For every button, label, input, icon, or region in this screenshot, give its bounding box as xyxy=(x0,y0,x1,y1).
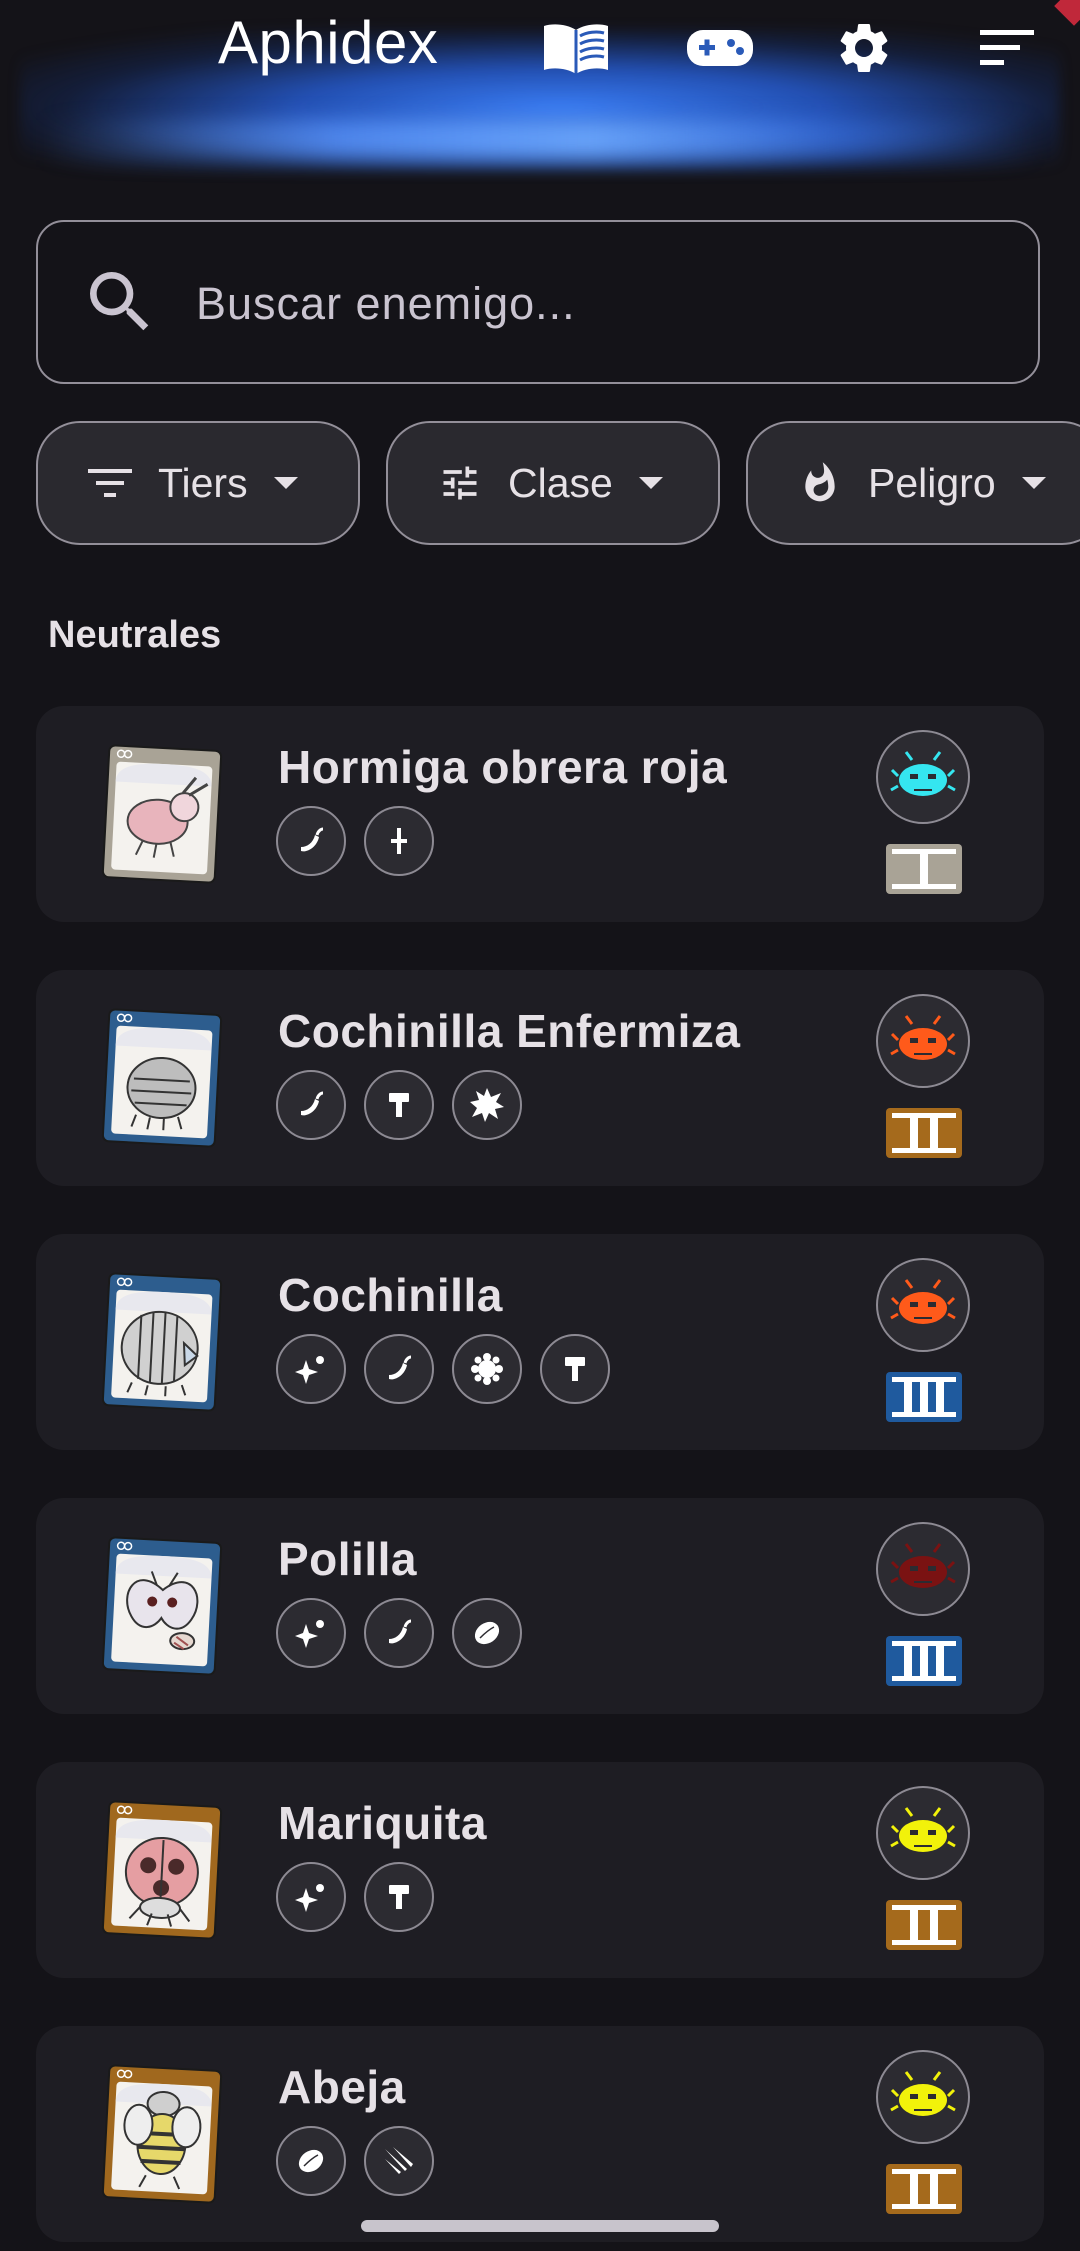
gamepad-icon[interactable] xyxy=(684,16,756,80)
danger-bug-icon xyxy=(876,1258,970,1352)
tier-badge xyxy=(886,844,962,894)
lemon-icon xyxy=(452,1598,522,1668)
tier-badge xyxy=(886,1636,962,1686)
sparkle-icon xyxy=(276,1598,346,1668)
pepper-icon xyxy=(276,806,346,876)
search-box[interactable] xyxy=(36,220,1040,384)
danger-bug-icon xyxy=(876,1786,970,1880)
pepper-icon xyxy=(364,1598,434,1668)
enemy-card[interactable]: Polilla xyxy=(36,1498,1044,1714)
sort-icon[interactable] xyxy=(972,16,1044,80)
hammer-icon xyxy=(540,1334,610,1404)
header-glow-line xyxy=(40,120,1040,160)
tier-badge xyxy=(886,1900,962,1950)
enemy-card-image xyxy=(94,1008,230,1148)
burst-icon xyxy=(452,1070,522,1140)
enemy-card-image xyxy=(94,744,230,884)
enemy-card-image xyxy=(94,2064,230,2204)
enemy-card[interactable]: Mariquita xyxy=(36,1762,1044,1978)
app-screen: Aphidex Buscar enemigo... Tiers Clase Pe… xyxy=(0,0,1080,2251)
dropdown-arrow-icon xyxy=(638,477,663,489)
dropdown-arrow-icon xyxy=(273,477,298,489)
danger-bug-icon xyxy=(876,994,970,1088)
splat-icon xyxy=(452,1334,522,1404)
enemy-name: Hormiga obrera roja xyxy=(278,741,728,793)
sparkle-icon xyxy=(276,1334,346,1404)
filter-chip-clase[interactable]: Clase xyxy=(386,421,720,545)
enemy-card[interactable]: Cochinilla xyxy=(36,1234,1044,1450)
app-title: Aphidex xyxy=(218,9,439,76)
tune-icon xyxy=(434,457,486,509)
sparkle-icon xyxy=(276,1862,346,1932)
filter-chip-label: Tiers xyxy=(158,459,248,506)
pepper-icon xyxy=(364,1334,434,1404)
filter-list-icon xyxy=(84,457,136,509)
dropdown-arrow-icon xyxy=(1021,477,1046,489)
enemy-tags xyxy=(276,2126,434,2196)
tier-badge xyxy=(886,2164,962,2214)
enemy-card-image xyxy=(94,1800,230,1940)
claw-icon xyxy=(364,2126,434,2196)
corner-accent xyxy=(1054,0,1080,26)
tier-badge xyxy=(886,1372,962,1422)
filter-chip-label: Peligro xyxy=(868,459,996,506)
enemy-card[interactable]: Abeja xyxy=(36,2026,1044,2242)
enemy-tags xyxy=(276,1334,610,1404)
filter-chip-label: Clase xyxy=(508,459,613,506)
enemy-card-image xyxy=(94,1272,230,1412)
enemy-name: Polilla xyxy=(278,1533,417,1585)
danger-bug-icon xyxy=(876,730,970,824)
search-input[interactable] xyxy=(194,266,998,342)
danger-bug-icon xyxy=(876,2050,970,2144)
danger-bug-icon xyxy=(876,1522,970,1616)
enemy-card[interactable]: Cochinilla Enfermiza xyxy=(36,970,1044,1186)
lemon-icon xyxy=(276,2126,346,2196)
pepper-icon xyxy=(276,1070,346,1140)
enemy-name: Cochinilla Enfermiza xyxy=(278,1005,741,1057)
enemy-card-image xyxy=(94,1536,230,1676)
gear-icon[interactable] xyxy=(828,16,900,80)
filter-chip-tiers[interactable]: Tiers xyxy=(36,421,360,545)
app-header: Aphidex xyxy=(0,0,1080,195)
enemy-name: Abeja xyxy=(278,2061,406,2113)
enemy-name: Cochinilla xyxy=(278,1269,503,1321)
enemy-tags xyxy=(276,1070,522,1140)
home-indicator[interactable] xyxy=(361,2220,719,2232)
tier-badge xyxy=(886,1108,962,1158)
enemy-card[interactable]: Hormiga obrera roja xyxy=(36,706,1044,922)
enemy-tags xyxy=(276,1862,434,1932)
filter-chip-peligro[interactable]: Peligro xyxy=(746,421,1080,545)
enemy-tags xyxy=(276,1598,522,1668)
section-title: Neutrales xyxy=(48,614,222,656)
fire-icon xyxy=(794,457,846,509)
book-icon[interactable] xyxy=(540,16,612,80)
search-icon xyxy=(80,262,160,342)
dagger-icon xyxy=(364,806,434,876)
enemy-tags xyxy=(276,806,434,876)
hammer-icon xyxy=(364,1862,434,1932)
hammer-icon xyxy=(364,1070,434,1140)
enemy-name: Mariquita xyxy=(278,1797,487,1849)
